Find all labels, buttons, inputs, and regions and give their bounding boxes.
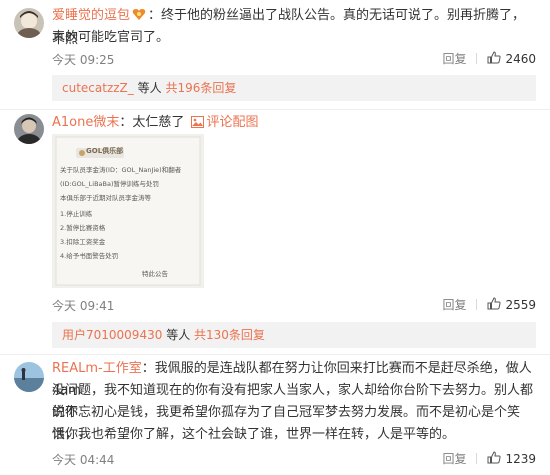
action-divider <box>476 53 478 64</box>
subreply-summary[interactable]: 用户7010009430 等人 共130条回复 <box>52 322 536 348</box>
comment-username[interactable]: REALm-工作室 <box>52 361 142 376</box>
like-count: 1239 <box>505 451 536 466</box>
comment-text: A1one微末：太仁慈了 评论配图 <box>52 112 538 136</box>
action-divider <box>476 453 478 464</box>
like-button[interactable]: 1239 <box>487 450 536 467</box>
comment-divider <box>0 354 550 355</box>
subreply-count[interactable]: 共130条回复 <box>194 328 265 342</box>
comment-time: 今天 09:41 <box>52 299 115 313</box>
comment-actions: 回复 2460 <box>442 50 536 67</box>
comment-photo[interactable]: GOL俱乐部 关于队员李金涛(ID：GOL_NanJie)和翻者 (ID:GOL… <box>52 134 204 288</box>
reply-button[interactable]: 回复 <box>442 450 466 467</box>
thumbs-up-icon <box>487 450 502 467</box>
like-count: 2460 <box>505 51 536 66</box>
photo-line: 1.停止训练 <box>60 210 93 218</box>
photo-line: (ID:GOL_LiBaBa)暂停训练与处罚 <box>60 180 160 188</box>
comment-text-line4: 恨你，也希望你了解，这个社会缺了谁，世界一样在转，人是平等的。 <box>52 427 456 442</box>
like-count: 2559 <box>505 297 536 312</box>
photo-line: 关于队员李金涛(ID：GOL_NanJie)和翻者 <box>60 166 182 174</box>
subreply-user[interactable]: 用户7010009430 <box>62 328 162 342</box>
image-icon <box>190 114 204 136</box>
comment-time: 今天 09:25 <box>52 53 115 67</box>
subreply-summary[interactable]: cutecatzzZ_ 等人 共196条回复 <box>52 75 536 101</box>
comment-actions: 回复 2559 <box>442 296 536 313</box>
vip-badge-icon <box>132 7 146 29</box>
like-button[interactable]: 2559 <box>487 296 536 313</box>
reply-button[interactable]: 回复 <box>442 50 466 67</box>
comment-username[interactable]: 爱睡觉的逗包 <box>52 8 130 23</box>
photo-line: 4.给予书面警告处罚 <box>60 252 119 260</box>
comment-username[interactable]: A1one微末 <box>52 115 119 130</box>
thumbs-up-icon <box>487 50 502 67</box>
photo-title: GOL俱乐部 <box>86 147 124 155</box>
photo-line: 本俱乐部于近期对队员李金涛等 <box>60 194 151 202</box>
subreply-user[interactable]: cutecatzzZ_ <box>62 81 134 95</box>
comment-time: 今天 04:44 <box>52 453 115 467</box>
avatar[interactable] <box>14 362 44 392</box>
thumbs-up-icon <box>487 296 502 313</box>
subreply-mid: 等人 <box>166 328 191 342</box>
comment-text-line2: 真的可能吃官司了。 <box>52 30 170 45</box>
photo-line: 特此公告 <box>142 270 168 278</box>
comment-actions: 回复 1239 <box>442 450 536 467</box>
comment-divider <box>0 109 550 110</box>
avatar[interactable] <box>14 114 44 144</box>
reply-button[interactable]: 回复 <box>442 296 466 313</box>
comment-image-link[interactable]: 评论配图 <box>207 115 259 130</box>
photo-line: 2.暂停比赛资格 <box>60 224 106 232</box>
action-divider <box>476 299 478 310</box>
avatar[interactable] <box>14 8 44 38</box>
subreply-mid: 等人 <box>137 81 162 95</box>
photo-line: 3.扣除工资奖金 <box>60 238 106 246</box>
like-button[interactable]: 2460 <box>487 50 536 67</box>
subreply-count[interactable]: 共196条回复 <box>165 81 236 95</box>
